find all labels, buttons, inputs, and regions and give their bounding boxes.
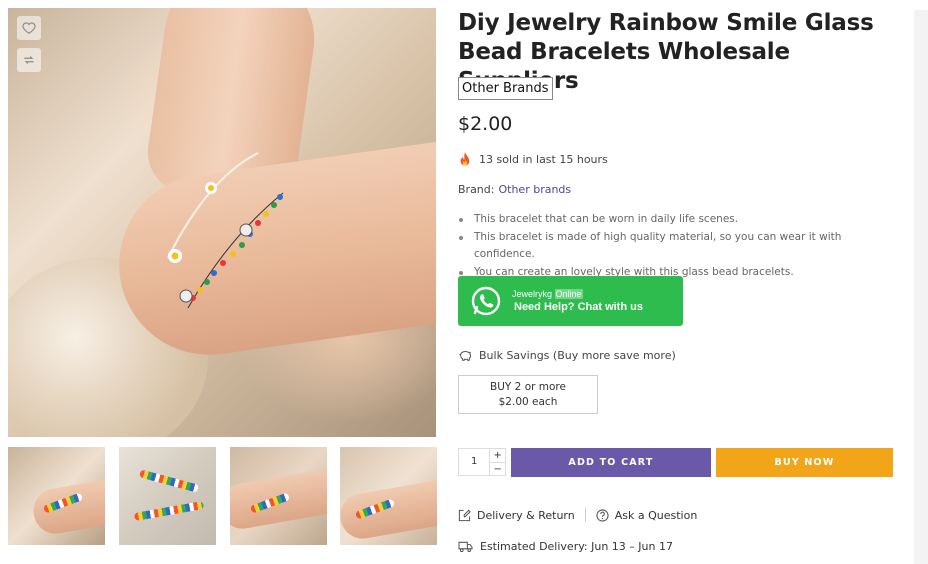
delivery-return-link[interactable]: Delivery & Return	[458, 509, 575, 522]
whatsapp-online-badge: Online	[554, 289, 583, 299]
feature-item: This bracelet is made of high quality ma…	[458, 229, 898, 264]
quantity-increase-button[interactable]: +	[490, 449, 505, 463]
ask-question-link[interactable]: Ask a Question	[596, 508, 698, 522]
thumbnail-2[interactable]	[119, 447, 216, 545]
bracelet-illustration	[167, 152, 284, 309]
tier-quantity: BUY 2 or more	[490, 381, 566, 393]
add-to-cart-button[interactable]: ADD TO CART	[511, 448, 711, 477]
ask-question-label: Ask a Question	[614, 508, 698, 522]
question-circle-icon	[596, 508, 609, 522]
fire-icon	[460, 152, 470, 166]
feature-item: This bracelet that can be worn in daily …	[458, 211, 898, 229]
brand-line: Brand: Other brands	[458, 183, 571, 196]
thumbnail-beads	[138, 469, 200, 493]
wishlist-button[interactable]	[17, 16, 41, 40]
thumbnail-beads	[133, 500, 205, 522]
quantity-stepper: 1 + −	[458, 448, 506, 476]
brand-tag[interactable]: Other Brands	[458, 77, 553, 100]
sold-counter: 13 sold in last 15 hours	[458, 151, 608, 167]
whatsapp-cta: Need Help? Chat with us	[514, 301, 643, 313]
estimated-delivery-text: Estimated Delivery: Jun 13 – Jun 17	[480, 540, 673, 553]
buy-now-button[interactable]: BUY NOW	[716, 448, 893, 477]
edit-box-icon	[458, 509, 471, 521]
product-price: $2.00	[458, 113, 513, 135]
whatsapp-icon	[471, 286, 501, 316]
refresh-icon	[24, 56, 34, 64]
tier-price: $2.00 each	[498, 396, 558, 408]
brand-link[interactable]: Other brands	[498, 183, 571, 196]
bulk-savings-label: Bulk Savings (Buy more save more)	[479, 348, 676, 362]
product-main-image[interactable]	[8, 8, 436, 437]
delivery-return-label: Delivery & Return	[477, 508, 575, 522]
estimated-delivery: Estimated Delivery: Jun 13 – Jun 17	[458, 540, 673, 553]
bulk-tier-option[interactable]: BUY 2 or more $2.00 each	[458, 375, 598, 414]
whatsapp-chat-button[interactable]: Jewelrykg Online Need Help? Chat with us	[458, 276, 683, 326]
product-links-row: Delivery & Return Ask a Question	[458, 508, 697, 522]
page-scrollbar[interactable]	[914, 10, 928, 564]
quantity-input[interactable]: 1	[459, 449, 489, 475]
quantity-decrease-button[interactable]: −	[490, 463, 505, 476]
thumbnail-4[interactable]	[340, 447, 437, 545]
links-divider	[584, 508, 586, 522]
thumbnail-strip	[8, 447, 437, 545]
thumbnail-1[interactable]	[8, 447, 105, 545]
whatsapp-text: Jewelrykg Online Need Help? Chat with us	[512, 288, 643, 314]
quantity-steps: + −	[489, 449, 505, 475]
heart-icon	[22, 22, 36, 34]
whatsapp-status-line: Jewelrykg Online	[512, 288, 643, 300]
whatsapp-name: Jewelrykg	[512, 289, 553, 299]
sold-text: 13 sold in last 15 hours	[479, 152, 608, 166]
thumbnail-arm	[340, 476, 437, 543]
bulk-savings: Bulk Savings (Buy more save more)	[458, 348, 676, 362]
brand-label: Brand:	[458, 183, 495, 196]
feature-list: This bracelet that can be worn in daily …	[458, 211, 898, 281]
compare-button[interactable]	[17, 48, 41, 72]
truck-icon	[458, 541, 473, 553]
piggy-bank-icon	[459, 351, 472, 361]
thumbnail-3[interactable]	[230, 447, 327, 545]
